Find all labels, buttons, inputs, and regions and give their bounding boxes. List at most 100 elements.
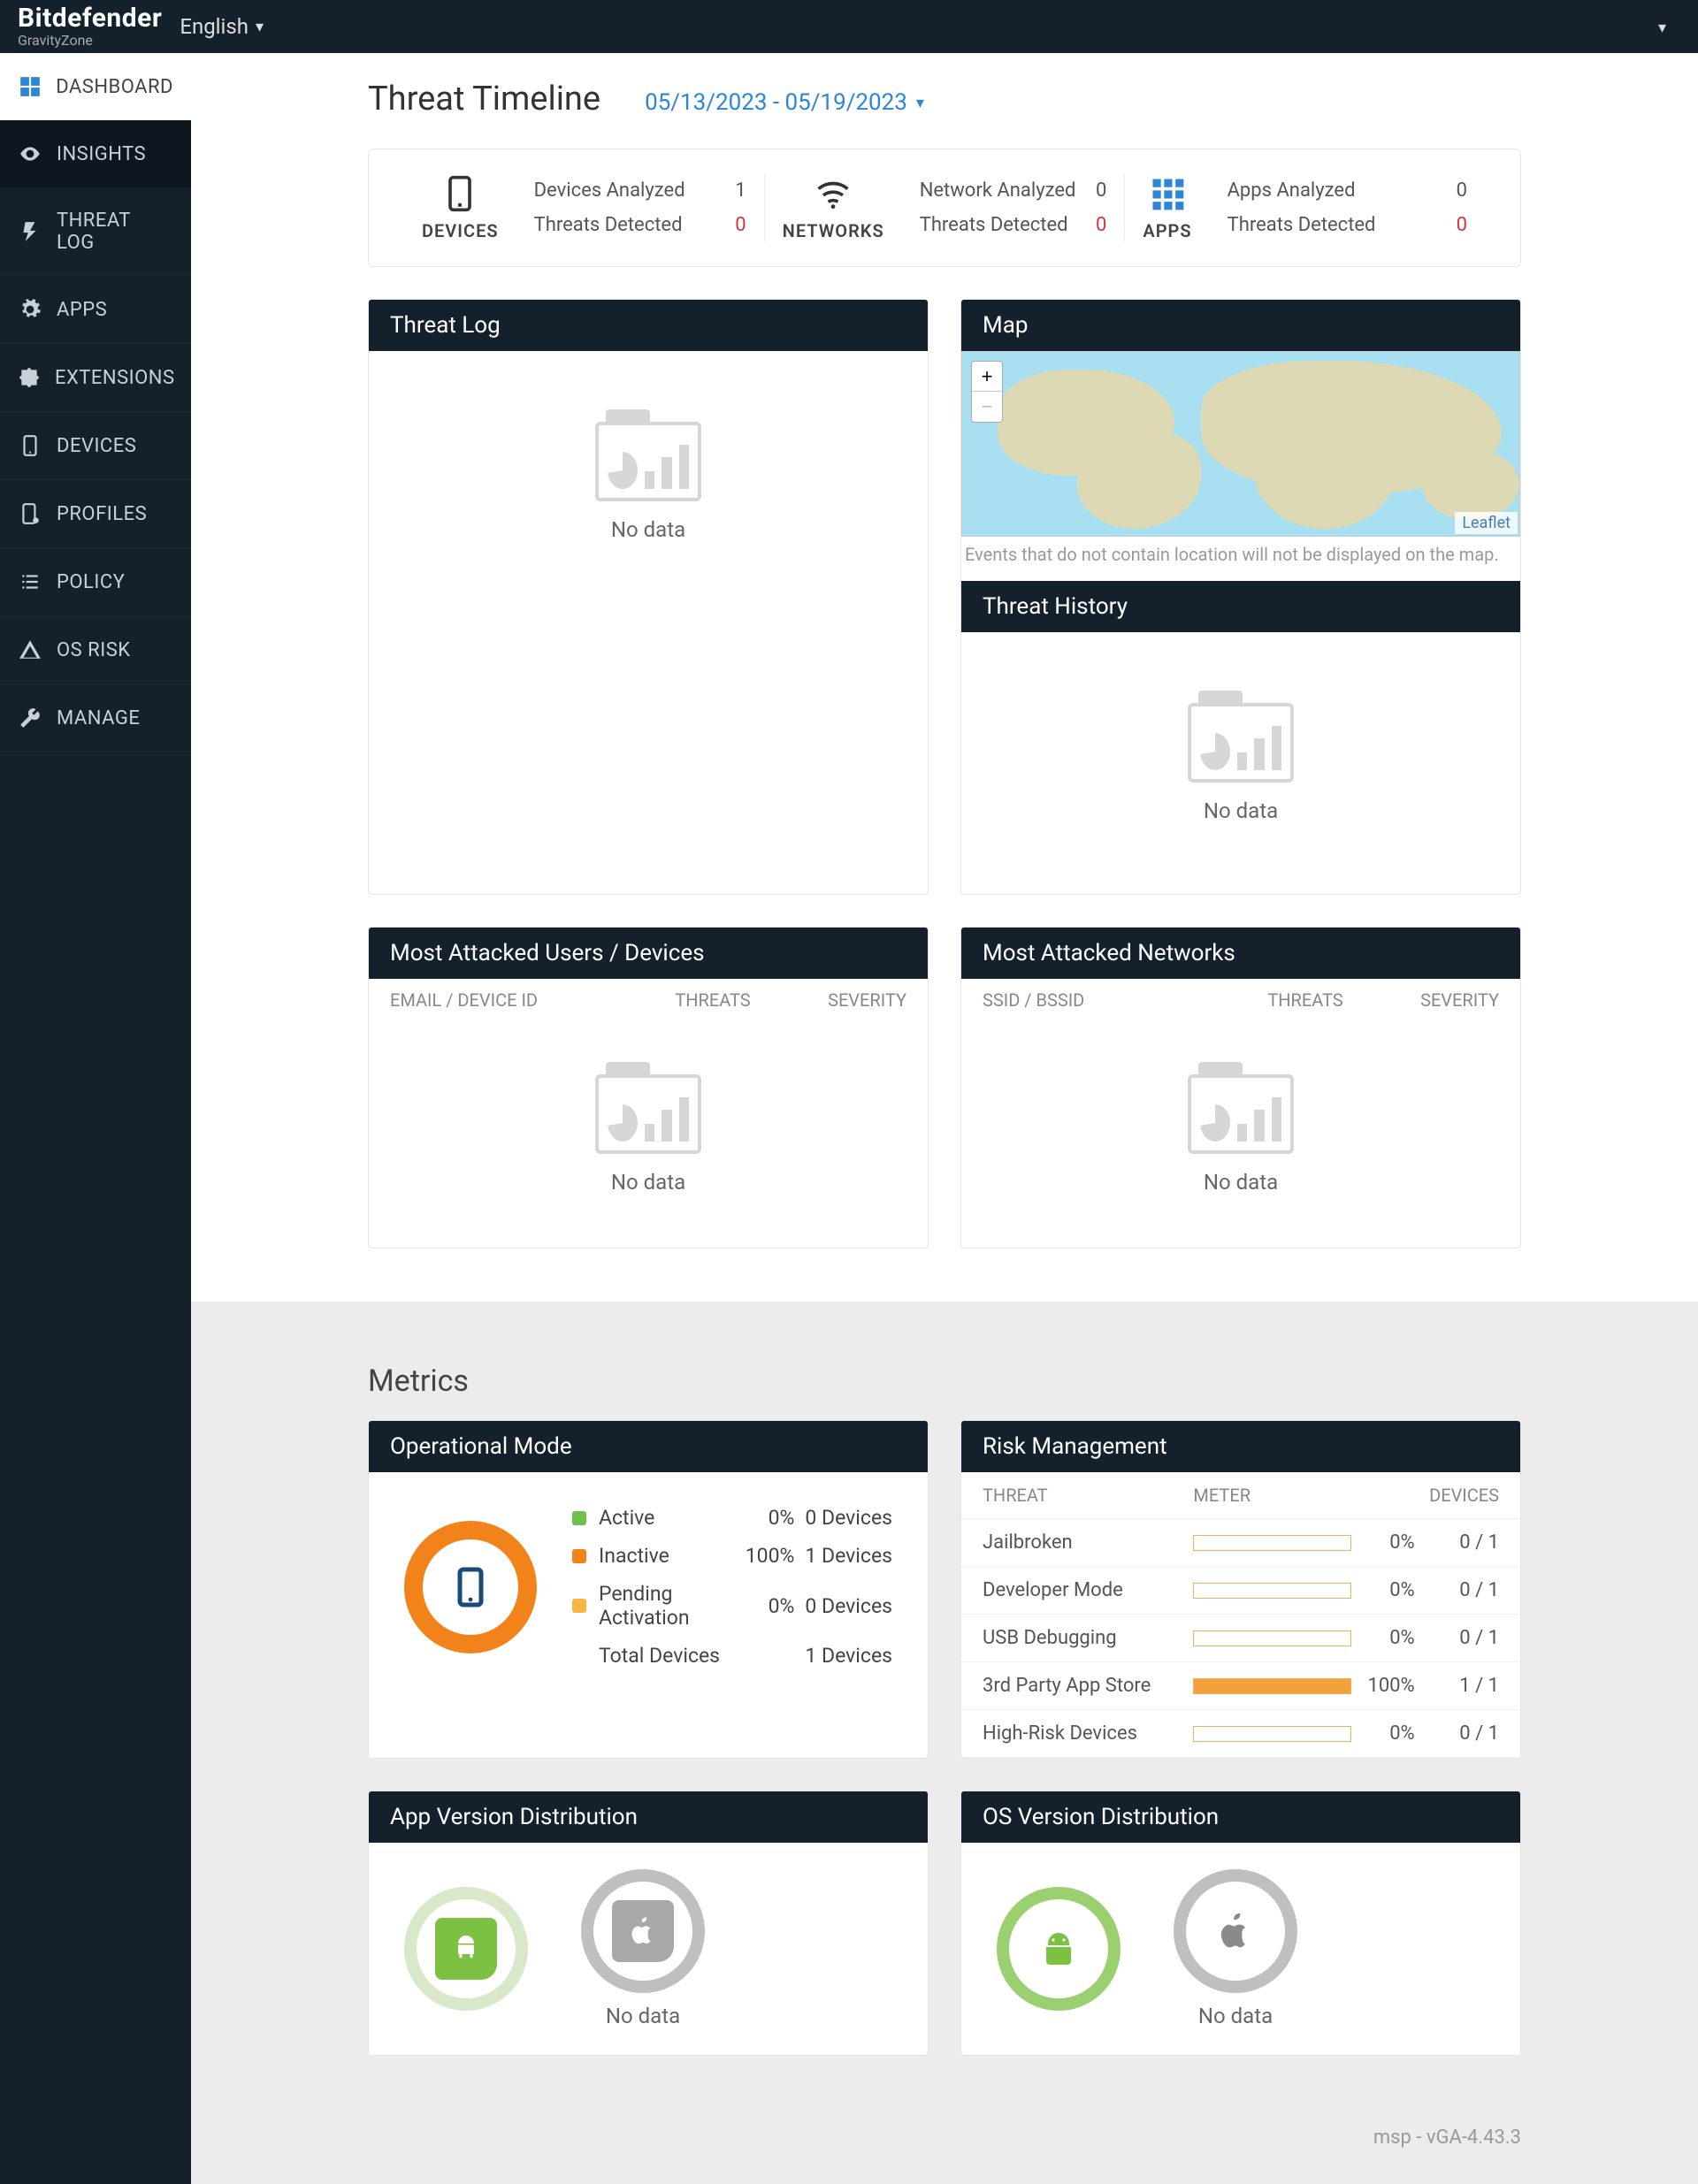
wifi-icon — [814, 174, 853, 213]
card-header: OS Version Distribution — [961, 1791, 1520, 1843]
warning-icon — [18, 638, 42, 662]
language-selector[interactable]: English ▾ — [180, 14, 264, 39]
card-threatlog: Threat Log No data — [368, 299, 929, 895]
stat-label: Threats Detected — [1228, 214, 1376, 236]
row-devices: 0 Devices — [794, 1594, 892, 1618]
sidebar-item-threatlog[interactable]: THREAT LOG — [0, 188, 191, 276]
summary-caption: DEVICES — [422, 220, 499, 241]
row-devices: 1 Devices — [794, 1544, 892, 1568]
table-row: Developer Mode0%0 / 1 — [961, 1567, 1520, 1615]
page-title: Threat Timeline — [368, 80, 600, 118]
date-range-picker[interactable]: 05/13/2023 - 05/19/2023 ▾ — [645, 89, 924, 116]
stat-label: Apps Analyzed — [1228, 179, 1356, 202]
sidebar-label: INSIGHTS — [57, 143, 146, 165]
card-most-attacked-networks: Most Attacked Networks SSID / BSSID THRE… — [960, 927, 1521, 1249]
table-row: Inactive100%1 Devices — [572, 1537, 892, 1575]
col-header: SEVERITY — [1370, 989, 1499, 1011]
zoom-out-button[interactable]: − — [972, 392, 1002, 422]
sidebar-item-extensions[interactable]: EXTENSIONS — [0, 344, 191, 412]
sidebar-label: EXTENSIONS — [55, 367, 175, 389]
summary-bar: DEVICES Devices Analyzed 1 Threats Detect… — [368, 149, 1521, 267]
footer-version: msp - vGA-4.43.3 — [191, 2109, 1698, 2184]
summary-networks: NETWORKS Network Analyzed0 Threats Detec… — [764, 174, 1125, 241]
sidebar-label: APPS — [57, 299, 107, 321]
sidebar-label: PROFILES — [57, 503, 147, 525]
zoom-in-button[interactable]: + — [972, 362, 1002, 392]
phone-icon — [18, 433, 42, 458]
row-label: Pending Activation — [599, 1582, 730, 1630]
nodata-text: No data — [611, 1170, 685, 1195]
risk-name: High-Risk Devices — [983, 1722, 1193, 1745]
card-most-attacked-users: Most Attacked Users / Devices EMAIL / DE… — [368, 927, 929, 1249]
sidebar-item-dashboard[interactable]: DASHBOARD — [0, 53, 191, 120]
chevron-down-icon: ▾ — [916, 94, 924, 112]
card-header: Threat Log — [369, 300, 928, 351]
card-header: App Version Distribution — [369, 1791, 928, 1843]
risk-meter — [1193, 1583, 1351, 1599]
bolt-icon — [18, 219, 42, 244]
wrench-icon — [18, 706, 42, 730]
table-row: Active0%0 Devices — [572, 1499, 892, 1537]
sidebar-item-insights[interactable]: INSIGHTS — [0, 120, 191, 188]
stat-label: Devices Analyzed — [534, 179, 685, 202]
risk-name: USB Debugging — [983, 1627, 1193, 1649]
col-header: SEVERITY — [777, 989, 906, 1011]
puzzle-icon — [18, 365, 41, 390]
stat-label: Threats Detected — [534, 214, 683, 236]
table-row: USB Debugging0%0 / 1 — [961, 1615, 1520, 1662]
sidebar-item-devices[interactable]: DEVICES — [0, 412, 191, 480]
nodata-text: No data — [606, 2004, 680, 2028]
map-note: Events that do not contain location will… — [961, 537, 1520, 572]
card-header: Risk Management — [961, 1421, 1520, 1472]
stat-label: Network Analyzed — [920, 179, 1076, 202]
table-row: 3rd Party App Store100%1 / 1 — [961, 1662, 1520, 1710]
stat-value: 0 — [735, 214, 746, 236]
col-header: THREATS — [648, 989, 777, 1011]
brand-sub: GravityZone — [18, 34, 162, 48]
card-risk-management: Risk Management THREAT METER DEVICES Jai… — [960, 1420, 1521, 1759]
topbar: Bitdefender GravityZone English ▾ ▾ — [0, 0, 1698, 53]
risk-devices: 0 / 1 — [1415, 1579, 1499, 1601]
stat-value: 0 — [1096, 214, 1106, 236]
risk-meter — [1193, 1678, 1351, 1694]
sidebar-label: DASHBOARD — [56, 76, 173, 98]
table-header: EMAIL / DEVICE ID THREATS SEVERITY — [369, 979, 928, 1021]
map[interactable]: + − Leaflet — [961, 351, 1520, 537]
col-header: DEVICES — [1415, 1485, 1499, 1506]
nodata-text: No data — [611, 517, 685, 542]
sidebar-item-profiles[interactable]: PROFILES — [0, 480, 191, 548]
card-header: Map — [961, 300, 1520, 351]
col-header: THREAT — [983, 1485, 1193, 1506]
row-label: Active — [599, 1506, 730, 1530]
color-swatch — [572, 1549, 586, 1563]
table-row: High-Risk Devices0%0 / 1 — [961, 1710, 1520, 1758]
nodata-placeholder: No data — [961, 1021, 1520, 1248]
android-icon — [435, 1918, 497, 1980]
list-icon — [18, 569, 42, 594]
android-circle — [997, 1887, 1121, 2011]
table-row-total: Total Devices1 Devices — [572, 1637, 892, 1675]
apple-circle — [581, 1869, 705, 1993]
chevron-down-icon: ▾ — [1658, 19, 1666, 37]
sidebar-item-apps[interactable]: APPS — [0, 276, 191, 344]
stat-value: 0 — [1096, 179, 1106, 202]
stat-label: Threats Detected — [920, 214, 1068, 236]
col-header: THREATS — [1241, 989, 1370, 1011]
sidebar-item-policy[interactable]: POLICY — [0, 548, 191, 616]
card-header: Operational Mode — [369, 1421, 928, 1472]
date-range-text: 05/13/2023 - 05/19/2023 — [645, 89, 907, 116]
user-menu[interactable]: ▾ — [1644, 16, 1680, 37]
dashboard-icon — [18, 74, 42, 99]
language-label: English — [180, 14, 249, 39]
risk-pct: 0% — [1351, 1627, 1415, 1649]
sidebar-item-manage[interactable]: MANAGE — [0, 684, 191, 752]
nodata-text: No data — [1204, 798, 1278, 823]
table-header: THREAT METER DEVICES — [961, 1472, 1520, 1519]
folder-chart-icon — [595, 1074, 701, 1154]
sidebar-item-osrisk[interactable]: OS RISK — [0, 616, 191, 684]
stat-value: 1 — [735, 179, 746, 202]
col-header: EMAIL / DEVICE ID — [390, 989, 648, 1011]
card-app-version-distribution: App Version Distribution — [368, 1791, 929, 2056]
leaflet-attribution[interactable]: Leaflet — [1455, 512, 1518, 534]
brand: Bitdefender GravityZone — [18, 5, 162, 48]
